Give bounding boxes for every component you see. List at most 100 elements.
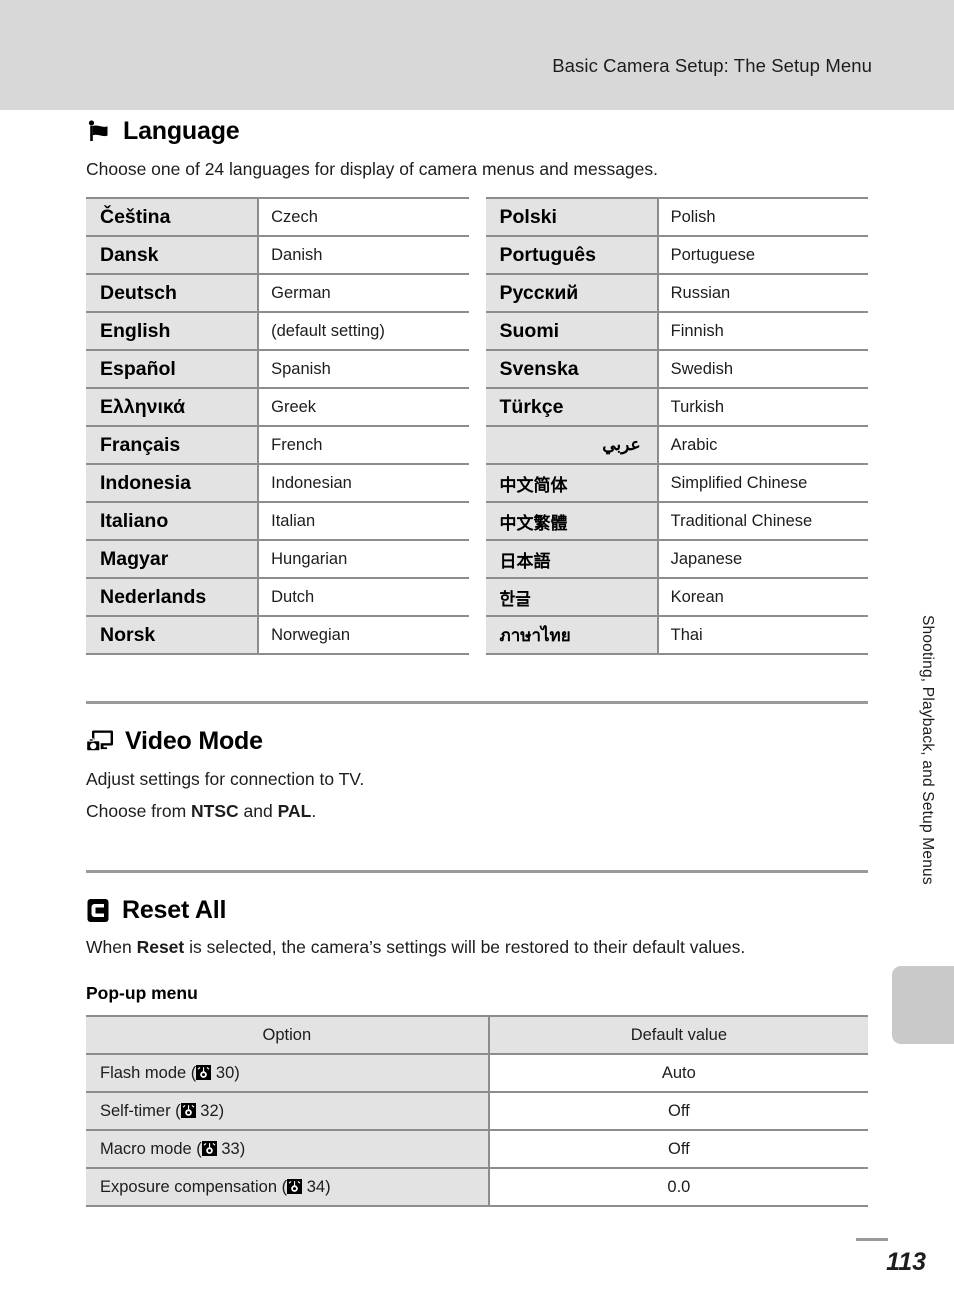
table-row: Polski Polish [485, 197, 868, 238]
language-table-left: Čeština Czech Dansk Danish Deutsch German Engl… [86, 197, 469, 656]
option-label-suffix: ) [239, 1140, 246, 1159]
video-mode-line-2: Choose from NTSC and PAL. [86, 799, 868, 825]
language-english-name: Hungarian [258, 540, 469, 580]
language-english-name: Danish [258, 236, 469, 276]
section-description-language: Choose one of 24 languages for display o… [86, 158, 659, 179]
table-row: 中文繁體 Traditional Chinese [485, 502, 868, 542]
option-name-cell: Macro mode ( 33) [86, 1130, 490, 1170]
section-heading-reset-all: Reset All [86, 895, 868, 925]
language-native-name: Dansk [86, 236, 260, 276]
reset-options-table: Option Default value Flash mode ( 30) Aut… [86, 1015, 868, 1208]
option-label: Self-timer ( [100, 1102, 181, 1121]
language-native-name: Polski [485, 197, 659, 238]
table-row: Français French [86, 426, 469, 466]
table-row: Italiano Italian [86, 502, 469, 542]
video-mode-period: . [311, 800, 317, 821]
section-title-reset-all: Reset All [122, 895, 227, 924]
language-english-name: Dutch [258, 578, 469, 618]
language-native-name: Italiano [86, 502, 260, 542]
option-label: Flash mode ( [100, 1064, 197, 1083]
language-native-name: Español [86, 350, 260, 390]
language-native-name: Suomi [485, 312, 659, 352]
page-reference-number: 30 [215, 1064, 235, 1083]
table-row: 日本語 Japanese [485, 540, 868, 580]
language-native-name: Nederlands [86, 578, 260, 618]
option-label: Exposure compensation ( [100, 1178, 288, 1197]
language-native-name: Norsk [86, 616, 260, 656]
subheading-popup-menu: Pop-up menu [86, 983, 198, 1004]
language-table-left-col: Čeština Czech Dansk Danish Deutsch German Engl… [86, 197, 469, 656]
language-english-name: Norwegian [258, 616, 469, 656]
page-reference-icon [180, 1103, 196, 1119]
reset-desc-bold: Reset [136, 937, 185, 958]
language-english-name: Thai [657, 616, 868, 656]
page-reference-number: 32 [200, 1102, 219, 1121]
language-native-name: 한글 [485, 578, 659, 618]
reset-desc-suffix: is selected, the camera’s settings will … [184, 937, 746, 958]
language-english-name: Turkish [657, 388, 868, 428]
language-english-name: Russian [657, 274, 868, 314]
reset-c-icon [86, 898, 111, 923]
language-english-name: Greek [258, 388, 469, 428]
chapter-side-label: Shooting, Playback, and Setup Menus [919, 615, 936, 885]
table-row: Flash mode ( 30) Auto [86, 1053, 868, 1094]
option-label-suffix: ) [325, 1178, 331, 1197]
language-table-right-col: Polski Polish Português Portuguese Русский Ru… [485, 197, 868, 656]
language-native-name: English [86, 312, 260, 352]
table-row: Exposure compensation ( 34) 0.0 [86, 1168, 868, 1208]
language-native-name: Português [485, 236, 659, 276]
option-name-cell: Flash mode ( 30) [86, 1053, 490, 1094]
language-native-name: Русский [485, 274, 659, 314]
language-english-name: Polish [657, 197, 868, 238]
table-row: English (default setting) [86, 312, 469, 352]
section-title-video-mode: Video Mode [125, 727, 263, 756]
option-label-suffix: ) [234, 1064, 240, 1083]
table-row: Macro mode ( 33) Off [86, 1130, 868, 1170]
reset-options-table-head: Option Default value [86, 1015, 868, 1056]
language-native-name: Čeština [86, 197, 260, 238]
video-mode-choose-prefix: Choose from [86, 800, 192, 821]
section-title-language: Language [123, 117, 240, 145]
page-reference-number: 33 [221, 1140, 240, 1159]
option-label: Macro mode ( [100, 1140, 202, 1159]
table-row: Português Portuguese [485, 236, 868, 276]
language-english-name: (default setting) [258, 312, 469, 352]
language-english-name: French [258, 426, 469, 466]
reset-desc-prefix: When [86, 937, 137, 958]
page-header-title: Basic Camera Setup: The Setup Menu [552, 55, 872, 76]
table-row: Čeština Czech [86, 197, 469, 238]
page-reference-icon [201, 1141, 217, 1157]
table-row: Svenska Swedish [485, 350, 868, 390]
language-native-name: Magyar [86, 540, 260, 580]
language-english-name: Simplified Chinese [657, 464, 868, 504]
table-row: Türkçe Turkish [485, 388, 868, 428]
page-reference-icon [287, 1179, 303, 1195]
default-value-cell: Off [488, 1130, 868, 1170]
table-row: Self-timer ( 32) Off [86, 1092, 868, 1132]
footer-rule [856, 1238, 888, 1241]
page-number: 113 [886, 1248, 926, 1276]
language-native-name: 中文繁體 [485, 502, 659, 542]
flag-icon [86, 119, 112, 145]
tv-camera-icon [86, 729, 114, 755]
page-header-band: Basic Camera Setup: The Setup Menu [0, 0, 954, 110]
section-heading-video-mode: Video Mode [86, 728, 868, 756]
table-row: Ελληνικά Greek [86, 388, 469, 428]
default-value-cell: Off [488, 1092, 868, 1132]
table-row: Indonesia Indonesian [86, 464, 469, 504]
language-english-name: Indonesian [258, 464, 469, 504]
table-row: 中文简体 Simplified Chinese [485, 464, 868, 504]
table-row: Español Spanish [86, 350, 469, 390]
language-native-name: Indonesia [86, 464, 260, 504]
reset-all-description: When Reset is selected, the camera’s set… [86, 935, 841, 961]
language-native-name: Français [86, 426, 260, 466]
column-header-option: Option [86, 1015, 490, 1056]
language-english-name: Portuguese [657, 236, 868, 276]
table-row: Norsk Norwegian [86, 616, 469, 656]
page-reference-icon [196, 1065, 212, 1081]
option-name-cell: Self-timer ( 32) [86, 1092, 490, 1132]
table-row: Deutsch German [86, 274, 469, 314]
page-reference-number: 34 [306, 1178, 326, 1197]
language-english-name: Swedish [657, 350, 868, 390]
language-english-name: Finnish [657, 312, 868, 352]
